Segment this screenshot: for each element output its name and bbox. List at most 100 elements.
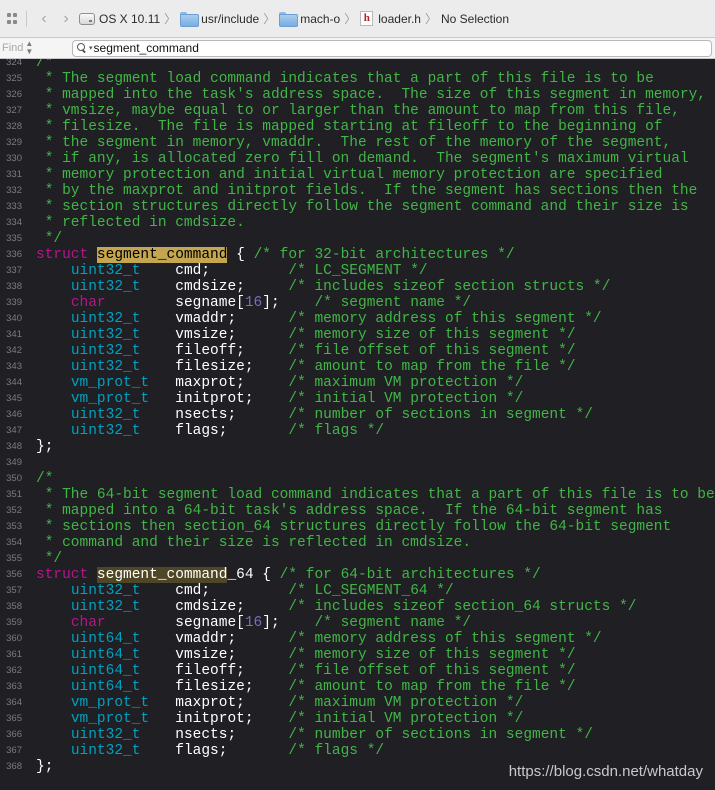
code-line[interactable]: 352 * mapped into a 64-bit task's addres… [0, 503, 715, 519]
type-token: uint32_t [70, 743, 141, 759]
code-line[interactable]: 355 */ [0, 551, 715, 567]
code-text: uint32_t cmdsize; /* includes sizeof sec… [36, 599, 637, 615]
code-line[interactable]: 359 char segname[16]; /* segment name */ [0, 615, 715, 631]
breadcrumb-selection[interactable]: No Selection [441, 12, 509, 26]
code-line[interactable]: 333 * section structures directly follow… [0, 199, 715, 215]
code-line[interactable]: 345 vm_prot_t initprot; /* initial VM pr… [0, 391, 715, 407]
search-match[interactable]: segment_command [96, 567, 228, 583]
code-line[interactable]: 341 uint32_t vmsize; /* memory size of t… [0, 327, 715, 343]
line-number: 330 [6, 153, 22, 164]
comment-token: * filesize. The file is mapped starting … [36, 119, 663, 135]
code-line[interactable]: 350 /* [0, 471, 715, 487]
code-text: }; [36, 439, 53, 455]
code-token: maxprot; [149, 695, 289, 711]
related-items-icon[interactable] [6, 13, 18, 25]
breadcrumb-folder-macho[interactable]: mach-o [279, 11, 341, 27]
code-line[interactable]: 348}; [0, 439, 715, 455]
type-token: vm_prot_t [70, 375, 150, 391]
breadcrumb-sdk[interactable]: OS X 10.11 [79, 12, 160, 26]
code-line[interactable]: 324 /* [0, 59, 715, 71]
comment-token: * if any, is allocated zero fill on dema… [36, 151, 689, 167]
line-number: 354 [6, 537, 22, 548]
comment-token: /* memory size of this segment */ [288, 327, 576, 343]
code-line[interactable]: 346 uint32_t nsects; /* number of sectio… [0, 407, 715, 423]
breadcrumb-file[interactable]: h loader.h [360, 11, 421, 26]
search-match-current[interactable]: segment_command [96, 247, 228, 263]
code-text: uint64_t vmaddr; /* memory address of th… [36, 631, 602, 647]
line-number: 357 [6, 585, 22, 596]
type-token: vm_prot_t [70, 391, 150, 407]
source-editor[interactable]: 324/* 325 * The segment load command indi… [0, 59, 715, 790]
code-line[interactable]: 328 * filesize. The file is mapped start… [0, 119, 715, 135]
code-token: { [227, 247, 254, 263]
code-line[interactable]: 326 * mapped into the task's address spa… [0, 87, 715, 103]
comment-token: /* LC_SEGMENT_64 */ [288, 583, 454, 599]
code-token: cmd; [140, 263, 289, 279]
line-number: 363 [6, 681, 22, 692]
code-line[interactable]: 367 uint32_t flags; /* flags */ [0, 743, 715, 759]
dropdown-triangle-icon[interactable]: ▾ [89, 44, 93, 52]
line-number: 365 [6, 713, 22, 724]
code-line[interactable]: 354 * command and their size is reflecte… [0, 535, 715, 551]
comment-token: /* maximum VM protection */ [288, 375, 524, 391]
line-number: 341 [6, 329, 22, 340]
code-token: }; [36, 759, 54, 775]
code-line[interactable]: 356 struct segment_command_64 { /* for 64… [0, 567, 715, 583]
code-line[interactable]: 340 uint32_t vmaddr; /* memory address o… [0, 311, 715, 327]
code-line[interactable]: 347 uint32_t flags; /* flags */ [0, 423, 715, 439]
type-token: uint32_t [70, 279, 141, 295]
code-line[interactable]: 349 [0, 455, 715, 471]
code-line[interactable]: 325 * The segment load command indicates… [0, 71, 715, 87]
comment-token: * The segment load command indicates tha… [36, 71, 654, 87]
code-line[interactable]: 331 * memory protection and initial virt… [0, 167, 715, 183]
code-token: fileoff; [140, 343, 289, 359]
code-line[interactable]: 334 * reflected in cmdsize. [0, 215, 715, 231]
comment-token: * sections then section_64 structures di… [36, 519, 672, 535]
breadcrumb-folder-macho-label: mach-o [300, 11, 341, 26]
code-line[interactable]: 343 uint32_t filesize; /* amount to map … [0, 359, 715, 375]
code-line[interactable]: 366 uint32_t nsects; /* number of sectio… [0, 727, 715, 743]
type-token: uint64_t [70, 631, 141, 647]
comment-token: * vmsize, maybe equal to or larger than … [36, 103, 680, 119]
code-line[interactable]: 330 * if any, is allocated zero fill on … [0, 151, 715, 167]
code-text: uint32_t nsects; /* number of sections i… [36, 407, 593, 423]
code-text: vm_prot_t maxprot; /* maximum VM protect… [36, 695, 524, 711]
code-line[interactable]: 358 uint32_t cmdsize; /* includes sizeof… [0, 599, 715, 615]
line-number: 334 [6, 217, 22, 228]
code-line[interactable]: 357 uint32_t cmd; /* LC_SEGMENT_64 */ [0, 583, 715, 599]
code-line[interactable]: 364 vm_prot_t maxprot; /* maximum VM pro… [0, 695, 715, 711]
code-text: /* [36, 471, 53, 487]
search-icon[interactable] [77, 43, 87, 53]
code-line[interactable]: 335 */ [0, 231, 715, 247]
code-line[interactable]: 337 uint32_t cmd; /* LC_SEGMENT */ [0, 263, 715, 279]
code-line[interactable]: 365 vm_prot_t initprot; /* initial VM pr… [0, 711, 715, 727]
code-line[interactable]: 361 uint64_t vmsize; /* memory size of t… [0, 647, 715, 663]
line-number: 344 [6, 377, 22, 388]
code-line[interactable]: 327 * vmsize, maybe equal to or larger t… [0, 103, 715, 119]
code-token: cmdsize; [140, 599, 289, 615]
code-line[interactable]: 336 struct segment_command { /* for 32-bi… [0, 247, 715, 263]
forward-arrow-icon[interactable]: › [57, 10, 75, 28]
code-line[interactable]: 338 uint32_t cmdsize; /* includes sizeof… [0, 279, 715, 295]
line-number: 346 [6, 409, 22, 420]
code-token: filesize; [140, 679, 289, 695]
back-arrow-icon[interactable]: ‹ [35, 10, 53, 28]
code-line[interactable]: 344 vm_prot_t maxprot; /* maximum VM pro… [0, 375, 715, 391]
code-line[interactable]: 332 * by the maxprot and initprot fields… [0, 183, 715, 199]
code-line[interactable]: 362 uint64_t fileoff; /* file offset of … [0, 663, 715, 679]
code-line[interactable]: 363 uint64_t filesize; /* amount to map … [0, 679, 715, 695]
breadcrumb-folder-include[interactable]: usr/include [180, 12, 259, 27]
find-mode-popup[interactable]: Find ▲ ▼ [2, 40, 66, 56]
code-line[interactable]: 329 * the segment in memory, vmaddr. The… [0, 135, 715, 151]
find-input[interactable]: ▾ segment_command [72, 39, 712, 57]
comment-token: * memory protection and initial virtual … [36, 167, 663, 183]
code-line[interactable]: 339 char segname[16]; /* segment name */ [0, 295, 715, 311]
code-line[interactable]: 353 * sections then section_64 structure… [0, 519, 715, 535]
code-line[interactable]: 342 uint32_t fileoff; /* file offset of … [0, 343, 715, 359]
up-down-arrows-icon: ▲ ▼ [25, 39, 34, 56]
code-text: * reflected in cmdsize. [36, 215, 245, 231]
code-line[interactable]: 360 uint64_t vmaddr; /* memory address o… [0, 631, 715, 647]
code-line[interactable]: 351 * The 64-bit segment load command in… [0, 487, 715, 503]
